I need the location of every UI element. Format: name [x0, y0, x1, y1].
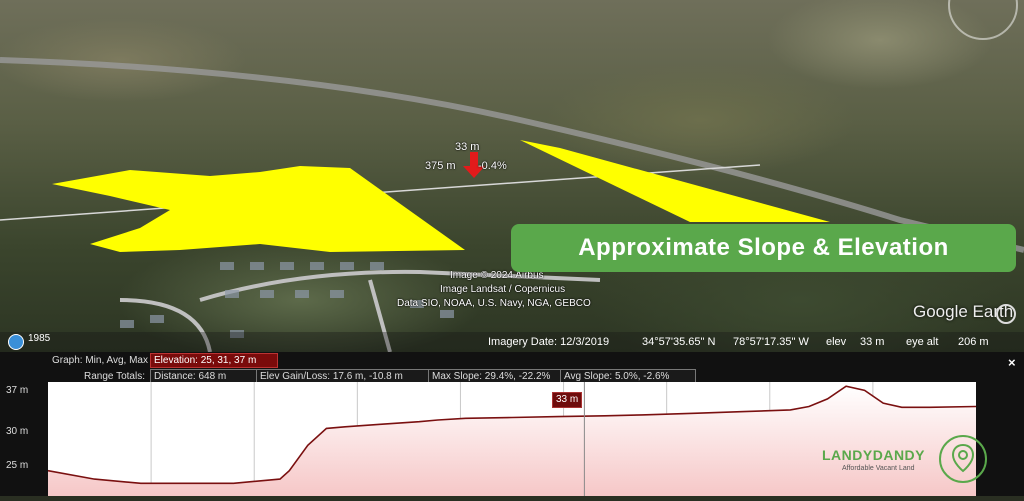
close-icon[interactable]: ×	[1008, 355, 1016, 370]
latitude: 34°57'35.65" N	[642, 336, 716, 348]
elev-value: 33 m	[860, 336, 885, 348]
eye-alt-value: 206 m	[958, 336, 989, 348]
cursor-elevation-label: 33 m	[552, 392, 583, 408]
brand-name: LANDYDANDY	[822, 447, 925, 463]
range-totals-label: Range Totals:	[84, 371, 145, 382]
slope-banner: Approximate Slope & Elevation	[511, 224, 1016, 272]
status-bar: Imagery Date: 12/3/2019 34°57'35.65" N 7…	[0, 332, 1024, 352]
elevation-graph[interactable]	[47, 382, 977, 496]
map-view[interactable]: 33 m 375 m -0.4% Image © 2024 Airbus Ima…	[0, 0, 1024, 352]
marker-slope: -0.4%	[478, 160, 507, 172]
elevation-chart	[47, 382, 977, 496]
longitude: 78°57'17.35" W	[733, 336, 809, 348]
history-clock-icon[interactable]	[8, 334, 24, 350]
history-year[interactable]: 1985	[28, 333, 50, 344]
elevation-area	[48, 386, 976, 496]
eye-alt-label: eye alt	[906, 336, 939, 348]
location-pin-icon	[939, 435, 987, 483]
parcel-polygon-left	[52, 166, 465, 252]
imagery-date: Imagery Date: 12/3/2019	[488, 336, 610, 348]
elev-label: elev	[826, 336, 847, 348]
elevation-field[interactable]: Elevation: 25, 31, 37 m	[150, 353, 278, 368]
navigation-ring-icon[interactable]	[996, 304, 1016, 324]
marker-distance: 375 m	[425, 160, 456, 172]
imagery-credit-2: Image Landsat / Copernicus	[440, 284, 566, 295]
y-label-max: 37 m	[6, 385, 29, 396]
parcel-polygon-right	[520, 140, 830, 222]
imagery-credit-3: Data SIO, NOAA, U.S. Navy, NGA, GEBCO	[397, 298, 591, 309]
y-label-min: 25 m	[6, 460, 29, 471]
marker-elevation: 33 m	[455, 141, 480, 153]
graph-label: Graph: Min, Avg, Max	[52, 355, 148, 366]
y-label-mid: 30 m	[6, 426, 29, 437]
brand-tagline: Affordable Vacant Land	[842, 465, 915, 472]
